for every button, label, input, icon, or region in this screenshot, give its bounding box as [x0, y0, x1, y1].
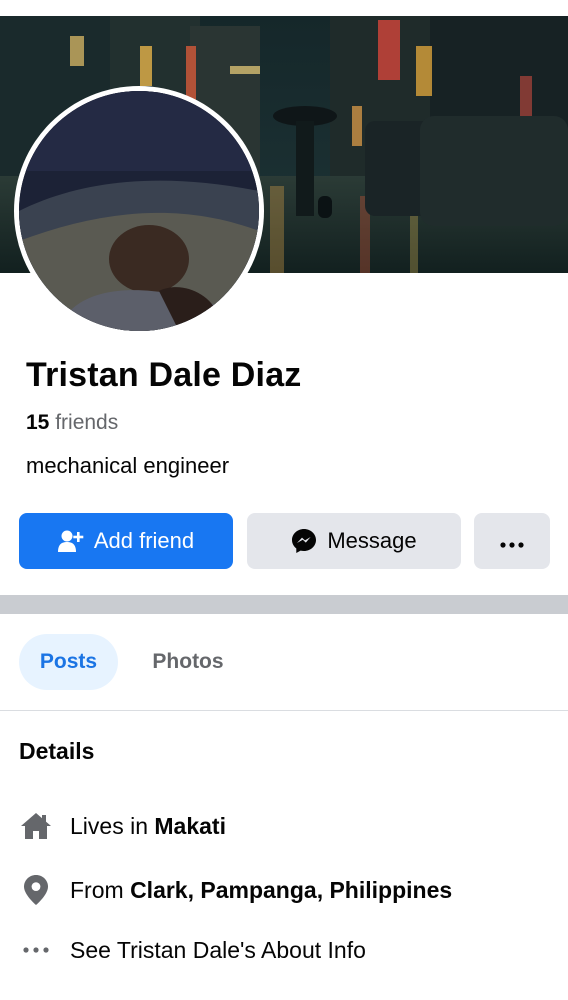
add-friend-label: Add friend [93, 528, 195, 553]
message-label: Message [327, 528, 417, 553]
detail-about-link[interactable]: See Tristan Dale's About Info [19, 930, 366, 970]
messenger-icon [291, 528, 317, 554]
profile-avatar-image [19, 91, 259, 331]
profile-name: Tristan Dale Diaz [26, 356, 302, 394]
about-link-label: See Tristan Dale's About Info [70, 936, 366, 963]
lives-in-place[interactable]: Makati [154, 813, 226, 840]
details-heading: Details [19, 738, 95, 764]
section-divider [0, 595, 568, 614]
tab-photos[interactable]: Photos [133, 634, 243, 690]
profile-avatar[interactable] [14, 86, 264, 336]
friends-count[interactable]: 15 friends [26, 411, 118, 435]
more-dots-icon [500, 528, 524, 554]
friends-number: 15 [26, 411, 50, 434]
profile-page: Tristan Dale Diaz 15 friends mechanical … [0, 0, 568, 1000]
add-friend-button[interactable]: Add friend [19, 513, 233, 569]
detail-from: From Clark, Pampanga, Philippines [19, 870, 452, 910]
profile-bio: mechanical engineer [26, 453, 230, 478]
more-options-button[interactable] [474, 513, 550, 569]
from-prefix: From [70, 876, 124, 903]
message-button[interactable]: Message [247, 513, 461, 569]
tabs-divider [0, 710, 568, 711]
from-place[interactable]: Clark, Pampanga, Philippines [130, 877, 452, 904]
person-add-icon [57, 529, 84, 553]
location-pin-icon [19, 873, 53, 907]
tab-posts[interactable]: Posts [19, 634, 118, 690]
home-icon [19, 809, 53, 843]
friends-label: friends [55, 411, 119, 434]
detail-lives-in: Lives in Makati [19, 806, 226, 846]
ellipsis-icon [19, 933, 53, 967]
lives-in-prefix: Lives in [70, 812, 148, 839]
